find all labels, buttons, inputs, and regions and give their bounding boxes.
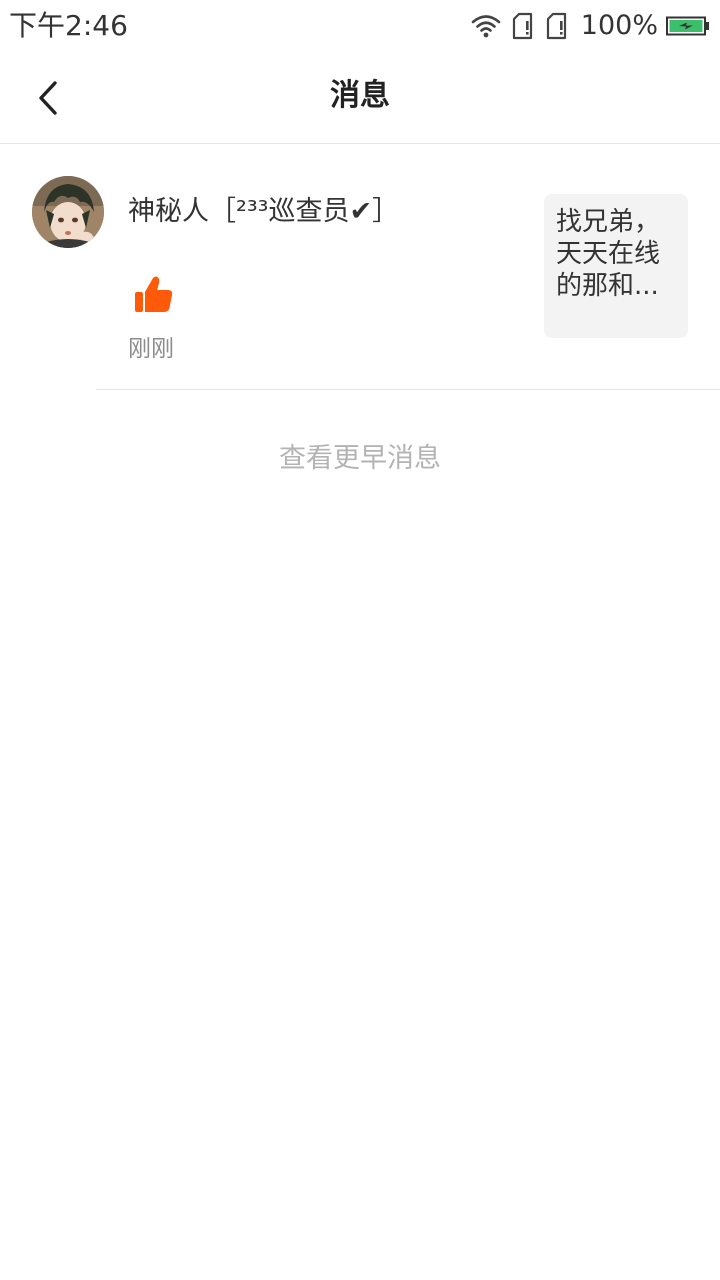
battery-charging-icon (666, 16, 709, 36)
nav-header: 消息 (0, 52, 720, 144)
notifications-screen: 下午2:46 100% 消息 神秘人［²³³巡查员✔］ 刚刚 找兄弟，天天在线的… (0, 0, 720, 1280)
page-title: 消息 (330, 78, 390, 113)
wifi-icon (471, 15, 501, 38)
divider (96, 389, 720, 390)
post-preview-text: 找兄弟，天天在线的那和... (556, 207, 661, 301)
sim-card-1-icon (512, 12, 532, 40)
notification-time: 刚刚 (128, 336, 174, 362)
thumbs-up-icon (135, 276, 173, 312)
username[interactable]: 神秘人［²³³巡查员✔］ (128, 192, 399, 232)
status-time: 下午2:46 (9, 9, 128, 42)
status-bar: 下午2:46 100% (0, 0, 720, 52)
avatar[interactable] (32, 176, 104, 248)
status-icons: 100% (471, 10, 710, 42)
user-avatar-image (32, 176, 104, 248)
post-preview[interactable]: 找兄弟，天天在线的那和... (544, 194, 688, 338)
sim-card-2-icon (546, 12, 566, 40)
notification-item[interactable]: 神秘人［²³³巡查员✔］ 刚刚 找兄弟，天天在线的那和... (0, 144, 720, 389)
view-earlier-messages-link[interactable]: 查看更早消息 (0, 440, 720, 478)
battery-percent: 100% (580, 10, 658, 41)
